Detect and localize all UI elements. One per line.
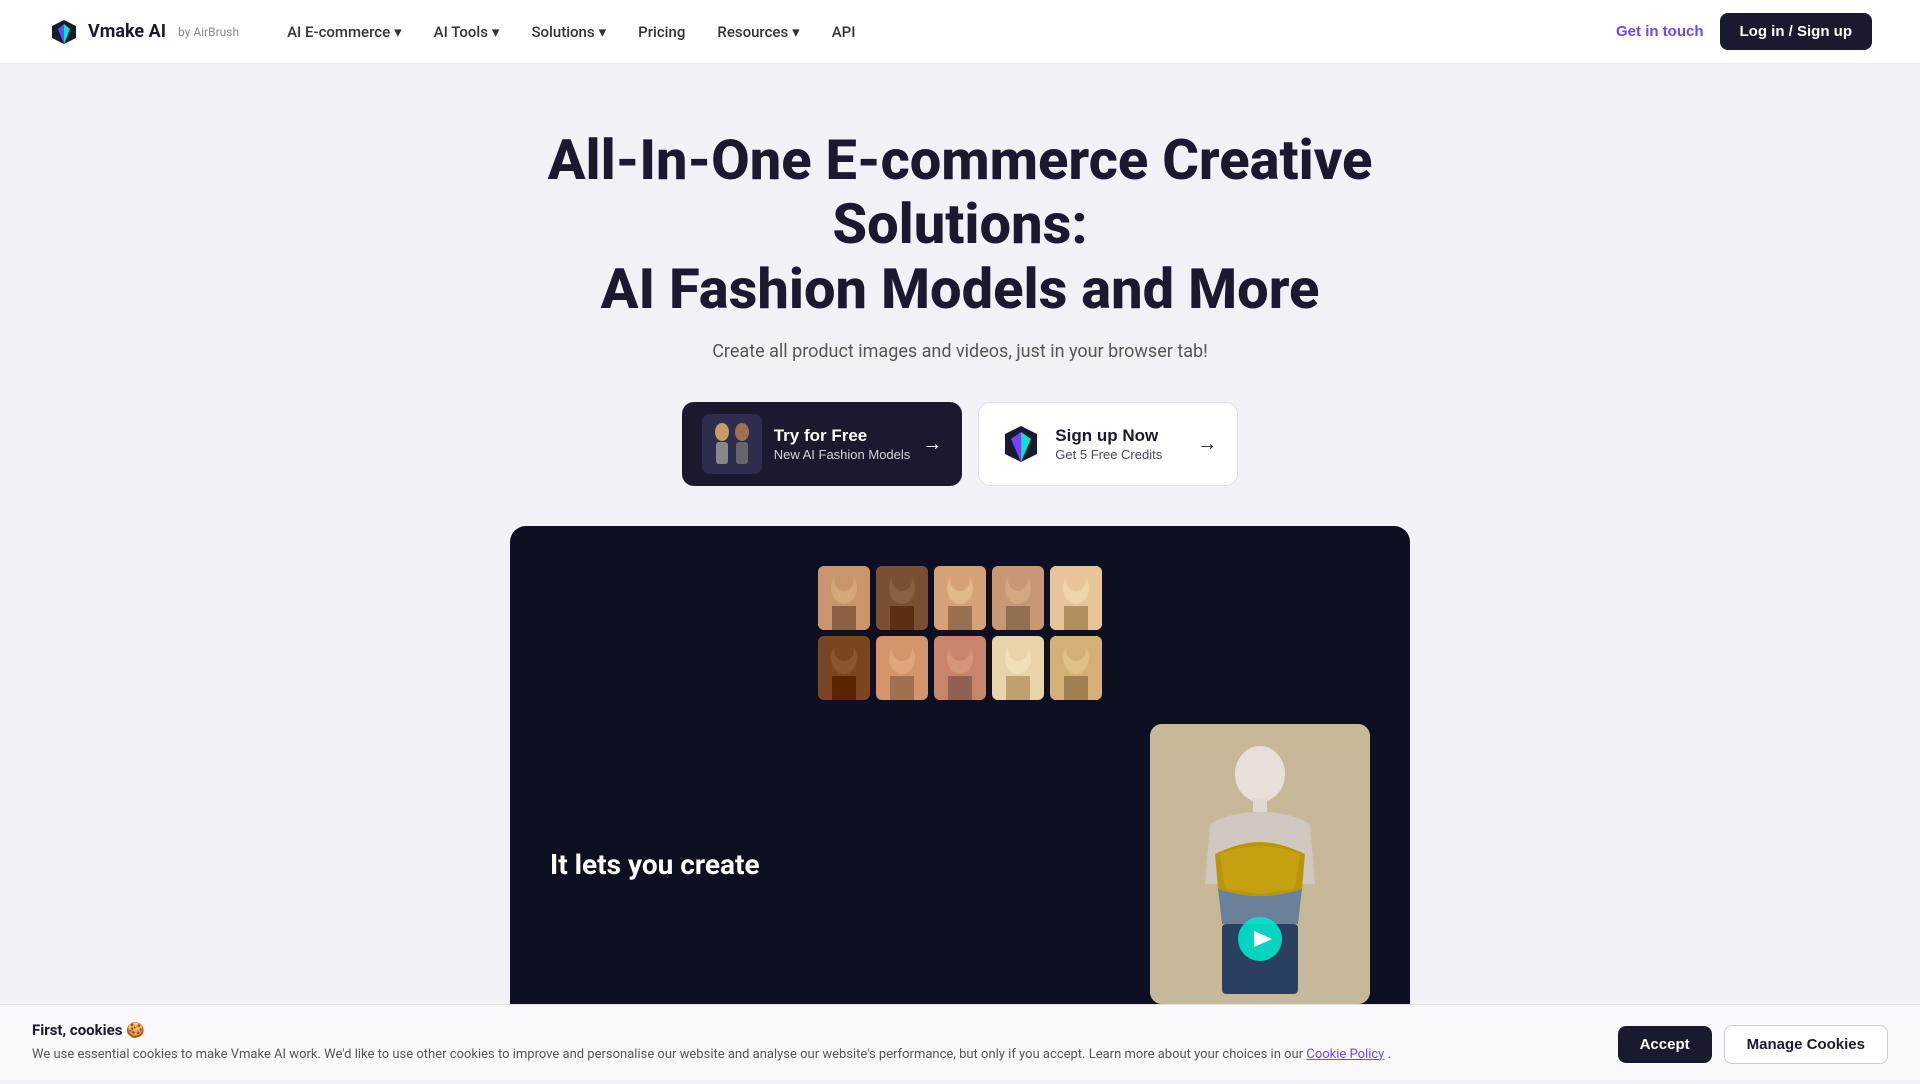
try-for-free-button[interactable]: Try for Free New AI Fashion Models → xyxy=(682,402,963,486)
sign-up-arrow-icon: → xyxy=(1197,433,1217,456)
face-thumb-7 xyxy=(876,636,928,700)
accept-cookies-button[interactable]: Accept xyxy=(1618,1026,1712,1063)
face-thumb-5 xyxy=(1050,566,1102,630)
face-thumb-9 xyxy=(992,636,1044,700)
nav-actions: Get in touch Log in / Sign up xyxy=(1616,13,1872,50)
model-face-grid xyxy=(818,566,1102,700)
navbar: Vmake AI by AirBrush AI E-commerce ▾ AI … xyxy=(0,0,1920,64)
try-for-free-subtitle: New AI Fashion Models xyxy=(774,447,911,462)
login-signup-button[interactable]: Log in / Sign up xyxy=(1720,13,1872,50)
face-thumb-8 xyxy=(934,636,986,700)
mannequin-illustration xyxy=(1150,724,1370,1004)
fashion-models-preview-icon xyxy=(702,414,762,474)
face-thumb-10 xyxy=(1050,636,1102,700)
brand-sub: by AirBrush xyxy=(178,25,239,39)
vmake-logo-icon xyxy=(48,16,80,48)
hero-title: All-In-One E-commerce Creative Solutions… xyxy=(510,128,1410,321)
demo-panel: It lets you create xyxy=(510,526,1410,1044)
face-row-1 xyxy=(818,566,1102,630)
cookie-body: We use essential cookies to make Vmake A… xyxy=(32,1045,1598,1065)
sign-up-title: Sign up Now xyxy=(1055,426,1158,446)
sign-up-subtitle: Get 5 Free Credits xyxy=(1055,447,1162,462)
hero-section: All-In-One E-commerce Creative Solutions… xyxy=(0,64,1920,1084)
panel-content: It lets you create xyxy=(550,724,1370,1004)
cookie-title: First, cookies 🍪 xyxy=(32,1021,1598,1039)
vmake-cta-icon xyxy=(999,422,1043,466)
nav-pricing[interactable]: Pricing xyxy=(638,23,685,41)
face-thumb-1 xyxy=(818,566,870,630)
nav-ai-tools[interactable]: AI Tools ▾ xyxy=(434,23,500,41)
sign-up-button[interactable]: Sign up Now Get 5 Free Credits → xyxy=(978,402,1238,486)
cta-row: Try for Free New AI Fashion Models → Sig… xyxy=(20,402,1900,486)
face-thumb-3 xyxy=(934,566,986,630)
mannequin-card xyxy=(1150,724,1370,1004)
nav-ai-ecommerce[interactable]: AI E-commerce ▾ xyxy=(287,23,402,41)
nav-links: AI E-commerce ▾ AI Tools ▾ Solutions ▾ P… xyxy=(287,23,1616,41)
nav-resources[interactable]: Resources ▾ xyxy=(717,23,799,41)
face-thumb-4 xyxy=(992,566,1044,630)
try-for-free-content: Try for Free New AI Fashion Models xyxy=(774,426,911,461)
brand-name: Vmake AI xyxy=(88,21,166,42)
face-row-2 xyxy=(818,636,1102,700)
panel-tagline: It lets you create xyxy=(550,848,1110,881)
face-thumb-6 xyxy=(818,636,870,700)
try-for-free-title: Try for Free xyxy=(774,426,868,446)
hero-subtitle: Create all product images and videos, ju… xyxy=(20,341,1900,362)
manage-cookies-button[interactable]: Manage Cookies xyxy=(1724,1025,1888,1064)
cookie-banner: First, cookies 🍪 We use essential cookie… xyxy=(0,1004,1920,1081)
face-thumb-2 xyxy=(876,566,928,630)
cookie-text-block: First, cookies 🍪 We use essential cookie… xyxy=(32,1021,1598,1065)
nav-solutions[interactable]: Solutions ▾ xyxy=(531,23,606,41)
brand-logo[interactable]: Vmake AI by AirBrush xyxy=(48,16,239,48)
cookie-policy-link[interactable]: Cookie Policy xyxy=(1306,1047,1384,1062)
get-in-touch-button[interactable]: Get in touch xyxy=(1616,23,1704,40)
nav-api[interactable]: API xyxy=(832,23,856,41)
cookie-actions: Accept Manage Cookies xyxy=(1618,1021,1888,1064)
try-for-free-arrow-icon: → xyxy=(922,433,942,456)
sign-up-content: Sign up Now Get 5 Free Credits xyxy=(1055,426,1185,461)
